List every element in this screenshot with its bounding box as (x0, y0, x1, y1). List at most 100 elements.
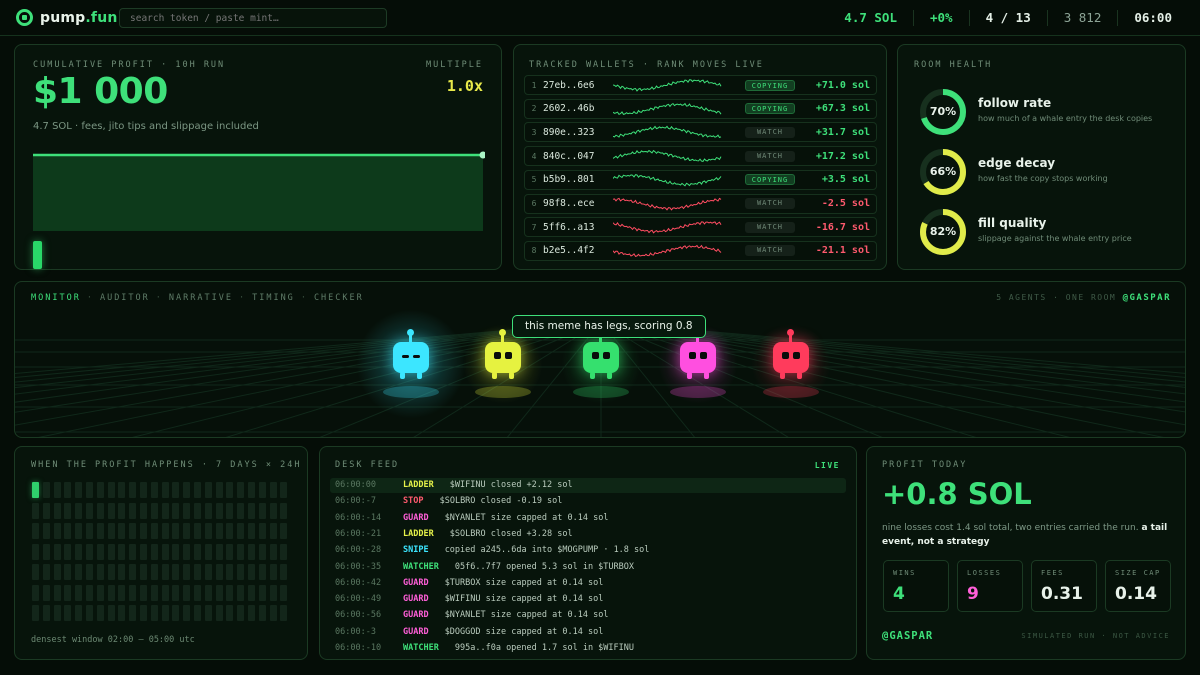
panel-label: ROOM HEALTH (914, 60, 993, 70)
kpi-value: 0.31 (1041, 584, 1083, 604)
feed-time: 06:00:-21 (335, 528, 382, 539)
heatmap-cell (248, 543, 255, 560)
multiple-value: 1.0x (446, 77, 483, 95)
footer-handle[interactable]: @GASPAR (882, 630, 933, 642)
health-percent: 66% (929, 165, 957, 178)
tab-auditor[interactable]: AUDITOR (100, 293, 150, 303)
heatmap-cell (96, 543, 104, 560)
feed-row[interactable]: 06:00:-28 SNIPE copied a245..6da into $MOG… (330, 543, 846, 558)
robot-eye (793, 352, 800, 359)
feed-row[interactable]: 06:00:-14 GUARD $NYANLET size capped at 0.… (330, 511, 846, 526)
heatmap-cell (204, 543, 212, 560)
heatmap-cell (53, 584, 61, 601)
health-ring: 82% (918, 207, 968, 257)
heatmap-cell (161, 523, 169, 539)
disclaimer: SIMULATED RUN · NOT ADVICE (1021, 632, 1170, 640)
heatmap-cell (172, 502, 180, 519)
heatmap-cell (86, 482, 93, 498)
heatmap-cell (86, 523, 93, 539)
wallet-address: 98f8..ece (543, 198, 595, 209)
heatmap-cell (140, 605, 147, 621)
heatmap-cell (75, 543, 83, 560)
wallet-row[interactable]: 3 890e..323 WATCH +31.7 sol (524, 122, 877, 143)
feed-row[interactable]: 06:00:-35 WATCHER 05f6..7f7 opened 5.3 sol… (330, 560, 846, 575)
wallet-row[interactable]: 5 b5b9..801 COPYING +3.5 sol (524, 169, 877, 190)
robot-eye (505, 352, 512, 359)
heatmap-cell (53, 482, 61, 498)
heatmap-cell (150, 482, 158, 498)
feed-time: 06:00:-14 (335, 512, 382, 523)
heatmap-cell (86, 502, 93, 519)
heatmap-cell (42, 584, 50, 601)
panel-label: TRACKED WALLETS · RANK MOVES LIVE (529, 60, 764, 70)
heatmap-cell (161, 605, 169, 621)
tab-timing[interactable]: TIMING (252, 293, 295, 303)
kpi-fees: FEES 0.31 (1031, 560, 1097, 612)
heatmap-cell (129, 605, 137, 621)
heatmap-cell (32, 543, 39, 560)
robot-leg (509, 372, 514, 379)
wallet-row[interactable]: 4 840c..047 WATCH +17.2 sol (524, 146, 877, 167)
search-input[interactable] (119, 8, 387, 28)
cumulative-profit-panel: CUMULATIVE PROFIT · 10H RUN $1 000 MULTI… (14, 44, 502, 270)
heatmap-cell (194, 523, 201, 539)
profit-area (33, 155, 483, 231)
heatmap-cell (129, 584, 137, 601)
feed-tag: GUARD (403, 577, 429, 588)
profit-subtitle: 4.7 SOL · fees, jito tips and slippage i… (33, 121, 259, 132)
feed-row[interactable]: 06:00:00 LADDER $WIFINU closed +2.12 sol (330, 478, 846, 493)
heatmap-cell (96, 584, 104, 601)
top-bar: pump.fun 4.7 SOL +0% 4 / 13 3 812 06:00 (0, 0, 1200, 36)
panel-label: WHEN THE PROFIT HAPPENS · 7 DAYS × 24H (31, 460, 302, 470)
wallet-row[interactable]: 7 5ff6..a13 WATCH -16.7 sol (524, 217, 877, 238)
heatmap-cell (64, 605, 72, 621)
feed-row[interactable]: 06:00:-10 WATCHER 995a..f0a opened 1.7 sol… (330, 641, 846, 656)
robot-eye (782, 352, 789, 359)
top-stats: 4.7 SOL +0% 4 / 13 3 812 06:00 (828, 0, 1188, 36)
wallet-rank: 5 (531, 175, 537, 185)
robot-eye (689, 352, 696, 359)
health-ring: 66% (918, 147, 968, 197)
wallet-address: 840c..047 (543, 150, 595, 162)
kpi-losses: LOSSES 9 (957, 560, 1023, 612)
heatmap-cell (161, 502, 169, 519)
heatmap-cell (237, 584, 245, 601)
wallet-row[interactable]: 2 2602..46b COPYING +67.3 sol (524, 98, 877, 119)
wallet-sparkline (613, 149, 722, 163)
tab-monitor[interactable]: MONITOR (31, 293, 81, 303)
heatmap-cell (248, 564, 255, 580)
heatmap-cell (215, 482, 223, 498)
heatmap-cell (237, 523, 245, 539)
feed-row[interactable]: 06:00:-7 STOP $SOLBRO closed -0.19 sol (330, 494, 846, 509)
wallet-row[interactable]: 8 b2e5..4f2 WATCH -21.1 sol (524, 240, 877, 261)
feed-row[interactable]: 06:00:-49 GUARD $WIFINU size capped at 0.1… (330, 592, 846, 607)
tab-checker[interactable]: CHECKER (314, 293, 364, 303)
feed-row[interactable]: 06:00:-21 LADDER $SOLBRO closed +3.28 sol (330, 527, 846, 542)
wallet-rank: 6 (531, 199, 537, 208)
wallet-address: 890e..323 (543, 126, 595, 138)
heatmap-cell (107, 605, 115, 621)
heatmap-cell (42, 523, 50, 539)
feed-row[interactable]: 06:00:-3 GUARD $DOGGOD size capped at 0.14… (330, 625, 846, 640)
robot-icon (680, 329, 716, 379)
wallet-row[interactable]: 1 27eb..6e6 COPYING +71.0 sol (524, 75, 877, 95)
tab-narrative[interactable]: NARRATIVE (169, 293, 233, 303)
heatmap-cell (269, 523, 277, 539)
profit-today-summary: nine losses cost 1.4 sol total, two entr… (882, 523, 1168, 547)
heatmap-cell (32, 523, 39, 539)
logo[interactable]: pump.fun (16, 9, 118, 26)
heatmap-cell (96, 564, 104, 580)
clock-stat: 06:00 (1117, 10, 1188, 26)
wallet-rank: 7 (531, 222, 537, 232)
profit-area-chart (33, 151, 485, 231)
feed-time: 06:00:-56 (335, 610, 382, 621)
wallet-row[interactable]: 6 98f8..ece WATCH -2.5 sol (524, 193, 877, 214)
profit-today-panel: PROFIT TODAY +0.8 SOL nine losses cost 1… (866, 446, 1186, 660)
heatmap-cell (75, 584, 83, 601)
heatmap-cell (75, 502, 83, 519)
wallet-pnl: +71.0 sol (815, 79, 870, 91)
feed-row[interactable]: 06:00:-56 GUARD $NYANLET size capped at 0.… (330, 608, 846, 623)
health-title: follow rate (978, 96, 1052, 110)
heatmap-cell (204, 482, 212, 498)
feed-row[interactable]: 06:00:-42 GUARD $TURBOX size capped at 0.1… (330, 576, 846, 591)
